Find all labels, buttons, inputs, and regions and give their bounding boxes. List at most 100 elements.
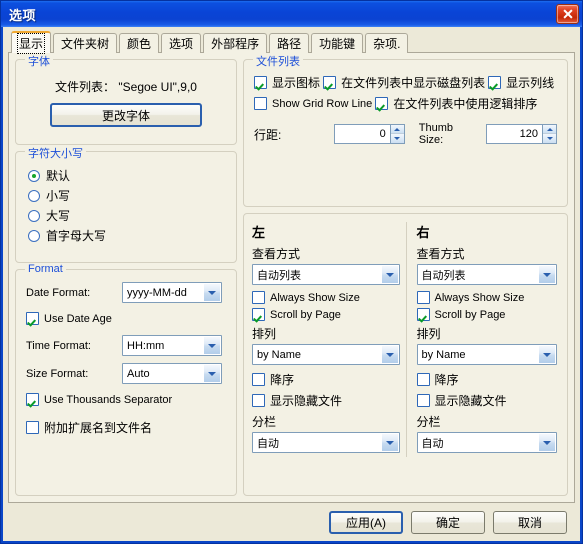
left-always-show-size-checkbox[interactable]: Always Show Size: [252, 291, 400, 304]
left-show-hidden-checkbox[interactable]: 显示隐藏文件: [252, 392, 400, 409]
right-scroll-by-page-checkbox[interactable]: Scroll by Page: [416, 308, 558, 321]
font-group: 字体 文件列表： "Segoe UI",9,0 更改字体: [15, 53, 237, 145]
show-icons-checkbox[interactable]: 显示图标: [254, 74, 320, 91]
tab-paths[interactable]: 路径: [269, 33, 310, 53]
tab-display[interactable]: 显示: [11, 31, 52, 54]
use-thousands-separator-checkbox[interactable]: Use Thousands Separator: [26, 393, 172, 406]
row-spacing-label: 行距:: [254, 127, 282, 142]
tab-label: 显示: [16, 32, 46, 54]
left-columns-value: 自动: [257, 437, 279, 450]
row-spacing-spin-buttons[interactable]: [389, 124, 405, 144]
ok-button[interactable]: 确定: [411, 510, 485, 534]
show-grid-column-line-checkbox[interactable]: 显示列线: [488, 74, 554, 91]
tab-folder-tree[interactable]: 文件夹树: [53, 33, 118, 53]
right-columns-label: 分栏: [416, 415, 441, 429]
checkbox-icon: [252, 291, 265, 304]
time-format-label: Time Format:: [26, 339, 91, 352]
date-format-select[interactable]: yyyy-MM-dd: [122, 282, 222, 303]
radio-case-capitalize[interactable]: 首字母大写: [28, 227, 226, 244]
logical-sort-label: 在文件列表中使用逻辑排序: [393, 97, 538, 111]
time-format-row: Time Format: HH:mm: [26, 335, 226, 356]
chevron-down-icon: [380, 346, 398, 363]
close-icon[interactable]: [556, 4, 579, 24]
size-format-row: Size Format: Auto: [26, 363, 226, 384]
left-columns-label: 分栏: [252, 415, 277, 429]
thumb-size-spin-buttons[interactable]: [542, 124, 557, 144]
tab-colors[interactable]: 颜色: [119, 33, 160, 53]
date-format-label: Date Format:: [26, 286, 91, 299]
radio-case-upper[interactable]: 大写: [28, 207, 226, 224]
right-descending-checkbox[interactable]: 降序: [416, 371, 558, 388]
append-extension-checkbox[interactable]: 附加扩展名到文件名: [26, 419, 152, 436]
spin-up-icon[interactable]: [390, 125, 404, 134]
checkbox-icon: [416, 373, 430, 386]
thumb-size-stepper[interactable]: [486, 124, 557, 144]
tab-function-keys[interactable]: 功能键: [311, 33, 364, 53]
show-drive-list-checkbox[interactable]: 在文件列表中显示磁盘列表: [323, 74, 485, 91]
radio-label: 大写: [46, 209, 71, 223]
show-grid-row-line-checkbox[interactable]: Show Grid Row Line: [254, 97, 372, 110]
right-show-hidden-label: 显示隐藏文件: [434, 394, 507, 408]
right-view-mode-select[interactable]: 自动列表: [416, 264, 557, 285]
window-title: 选项: [9, 7, 37, 23]
right-sort-label: 排列: [416, 327, 441, 341]
checkbox-icon: [252, 373, 265, 386]
change-font-button[interactable]: 更改字体: [50, 103, 202, 127]
cancel-button[interactable]: 取消: [493, 510, 567, 534]
left-pane-settings: 左 查看方式 自动列表 Always Show Size Scroll by P…: [248, 222, 406, 457]
right-pane-title: 右: [416, 225, 430, 240]
right-sort-select[interactable]: by Name: [416, 344, 557, 365]
tab-external-programs[interactable]: 外部程序: [203, 33, 268, 53]
right-columns-select[interactable]: 自动: [416, 432, 557, 453]
thumb-size-input[interactable]: [486, 124, 542, 144]
checkbox-icon: [375, 97, 389, 110]
tab-label: 颜色: [127, 37, 152, 51]
right-scroll-by-page-label: Scroll by Page: [434, 308, 506, 321]
spin-up-icon[interactable]: [543, 125, 556, 134]
show-drive-list-label: 在文件列表中显示磁盘列表: [341, 76, 486, 90]
radio-dot-icon: [28, 229, 40, 242]
right-show-hidden-checkbox[interactable]: 显示隐藏文件: [416, 392, 558, 409]
use-date-age-checkbox[interactable]: Use Date Age: [26, 312, 112, 325]
left-scroll-by-page-checkbox[interactable]: Scroll by Page: [252, 308, 400, 321]
checkbox-icon: [252, 394, 265, 407]
show-grid-row-line-label: Show Grid Row Line: [272, 97, 373, 110]
spin-down-icon[interactable]: [390, 134, 404, 143]
row-spacing-stepper[interactable]: [333, 124, 405, 144]
size-format-label: Size Format:: [26, 367, 89, 380]
tab-label: 路径: [277, 37, 302, 51]
left-descending-checkbox[interactable]: 降序: [252, 371, 400, 388]
chevron-down-icon: [538, 266, 555, 283]
tab-options[interactable]: 选项: [161, 33, 202, 53]
left-columns-select[interactable]: 自动: [252, 432, 400, 453]
sizes-row: 行距: Thumb Size:: [254, 122, 557, 146]
tab-misc[interactable]: 杂项.: [365, 33, 409, 53]
left-sort-select[interactable]: by Name: [252, 344, 400, 365]
size-format-select[interactable]: Auto: [122, 363, 222, 384]
radio-label: 首字母大写: [46, 229, 107, 243]
logical-sort-checkbox[interactable]: 在文件列表中使用逻辑排序: [375, 95, 537, 112]
character-case-group-title: 字符大小写: [25, 145, 86, 161]
pane-settings-group: 左 查看方式 自动列表 Always Show Size Scroll by P…: [243, 213, 568, 496]
left-sort-value: by Name: [257, 348, 302, 361]
left-view-mode-select[interactable]: 自动列表: [252, 264, 400, 285]
tab-page-display: 字体 文件列表： "Segoe UI",9,0 更改字体 字符大小写 默认 小写…: [8, 52, 575, 503]
chevron-down-icon: [203, 337, 220, 354]
checkbox-icon: [252, 308, 265, 321]
right-always-show-size-checkbox[interactable]: Always Show Size: [416, 291, 558, 304]
right-descending-label: 降序: [434, 373, 459, 387]
left-scroll-by-page-label: Scroll by Page: [270, 308, 341, 321]
font-group-body: 文件列表： "Segoe UI",9,0 更改字体: [26, 78, 226, 127]
use-date-age-label: Use Date Age: [44, 312, 112, 325]
right-always-show-size-label: Always Show Size: [434, 291, 525, 304]
spin-down-icon[interactable]: [543, 134, 556, 143]
checkbox-icon: [254, 76, 267, 89]
radio-case-lower[interactable]: 小写: [28, 187, 226, 204]
tab-label: 外部程序: [211, 37, 260, 51]
apply-button[interactable]: 应用(A): [329, 510, 403, 534]
time-format-select[interactable]: HH:mm: [122, 335, 222, 356]
radio-case-default[interactable]: 默认: [28, 167, 226, 184]
pane-columns: 左 查看方式 自动列表 Always Show Size Scroll by P…: [248, 222, 563, 457]
row-spacing-input[interactable]: [333, 124, 390, 144]
radio-dot-icon: [28, 169, 40, 182]
